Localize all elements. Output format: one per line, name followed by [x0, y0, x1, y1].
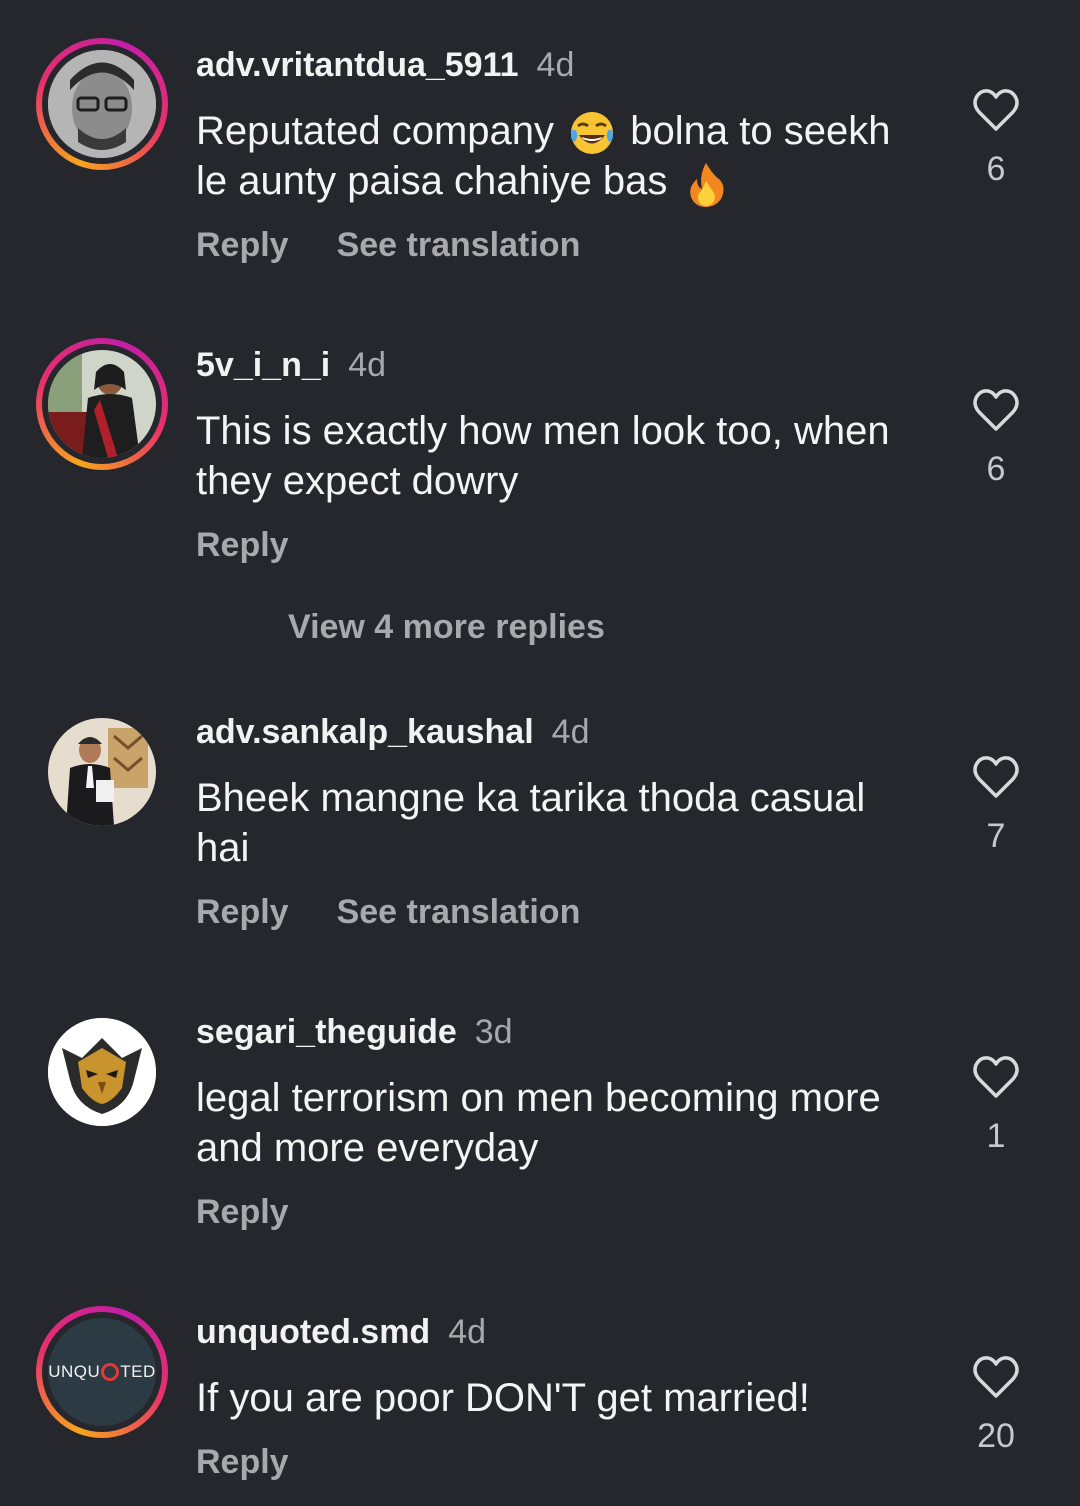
like-control: 6 — [966, 388, 1026, 489]
username-text[interactable]: adv.sankalp_kaushal — [196, 713, 534, 751]
comment-text: Reputated company bolna to seekh le aunt… — [196, 106, 916, 207]
heart-icon[interactable] — [972, 1055, 1020, 1099]
comment-actions: Reply — [196, 526, 289, 565]
reply-button[interactable]: Reply — [196, 226, 289, 264]
view-more-replies-button[interactable]: View 4 more replies — [288, 608, 605, 647]
avatar[interactable] — [36, 338, 168, 470]
username-text[interactable]: adv.vritantdua_5911 — [196, 46, 519, 84]
see-translation-button[interactable]: See translation — [337, 226, 581, 264]
like-count: 6 — [986, 150, 1006, 188]
heart-icon[interactable] — [972, 755, 1020, 799]
comment-username[interactable]: unquoted.smd 4d — [196, 1313, 486, 1352]
comment-timestamp: 4d — [536, 46, 575, 84]
heart-icon[interactable] — [972, 1355, 1020, 1399]
like-control: 6 — [966, 88, 1026, 189]
comment-text: If you are poor DON'T get married! — [196, 1376, 810, 1420]
comment-actions: Reply — [196, 1443, 289, 1482]
comment-text-part: Reputated company — [196, 109, 555, 153]
comment-actions: Reply — [196, 1193, 289, 1232]
username-text[interactable]: segari_theguide — [196, 1013, 457, 1051]
avatar-logo-text: TED — [120, 1362, 156, 1381]
see-translation-button[interactable]: See translation — [337, 893, 581, 931]
avatar[interactable] — [36, 1006, 168, 1138]
avatar-logo-text: UNQU — [48, 1362, 101, 1381]
reply-button[interactable]: Reply — [196, 526, 289, 564]
like-control: 20 — [966, 1355, 1026, 1456]
like-control: 1 — [966, 1055, 1026, 1156]
comment-actions: Reply See translation — [196, 893, 580, 932]
like-count: 6 — [986, 450, 1006, 488]
comment-timestamp: 4d — [551, 713, 590, 751]
avatar[interactable] — [36, 38, 168, 170]
comment-text: This is exactly how men look too, when t… — [196, 409, 890, 503]
heart-icon[interactable] — [972, 88, 1020, 132]
reply-button[interactable]: Reply — [196, 1443, 289, 1481]
comment-actions: Reply See translation — [196, 226, 580, 265]
face-with-tears-of-joy-icon — [569, 110, 615, 156]
avatar[interactable] — [36, 706, 168, 838]
username-text[interactable]: unquoted.smd — [196, 1313, 430, 1351]
comment-timestamp: 4d — [448, 1313, 487, 1351]
comment-username[interactable]: adv.sankalp_kaushal 4d — [196, 713, 590, 752]
username-text[interactable]: 5v_i_n_i — [196, 346, 330, 384]
comment-timestamp: 4d — [348, 346, 387, 384]
comment-text: Bheek mangne ka tarika thoda casual hai — [196, 776, 866, 870]
avatar[interactable]: UNQU TED — [36, 1306, 168, 1438]
avatar-photo — [48, 350, 156, 458]
comment-timestamp: 3d — [474, 1013, 513, 1051]
comment-username[interactable]: adv.vritantdua_5911 4d — [196, 46, 574, 85]
avatar-photo — [48, 1018, 156, 1126]
avatar-photo — [48, 50, 156, 158]
reply-button[interactable]: Reply — [196, 893, 289, 931]
avatar-photo — [48, 718, 156, 826]
comment-username[interactable]: segari_theguide 3d — [196, 1013, 513, 1052]
heart-icon[interactable] — [972, 388, 1020, 432]
logo-ring-icon — [101, 1363, 120, 1381]
like-count: 1 — [986, 1117, 1006, 1155]
reply-button[interactable]: Reply — [196, 1193, 289, 1231]
like-count: 20 — [977, 1417, 1015, 1455]
comment-text: legal terrorism on men becoming more and… — [196, 1076, 881, 1170]
like-count: 7 — [986, 817, 1006, 855]
like-control: 7 — [966, 755, 1026, 856]
comment-username[interactable]: 5v_i_n_i 4d — [196, 346, 386, 385]
fire-icon — [683, 161, 729, 207]
avatar-logo: UNQU TED — [48, 1362, 156, 1382]
